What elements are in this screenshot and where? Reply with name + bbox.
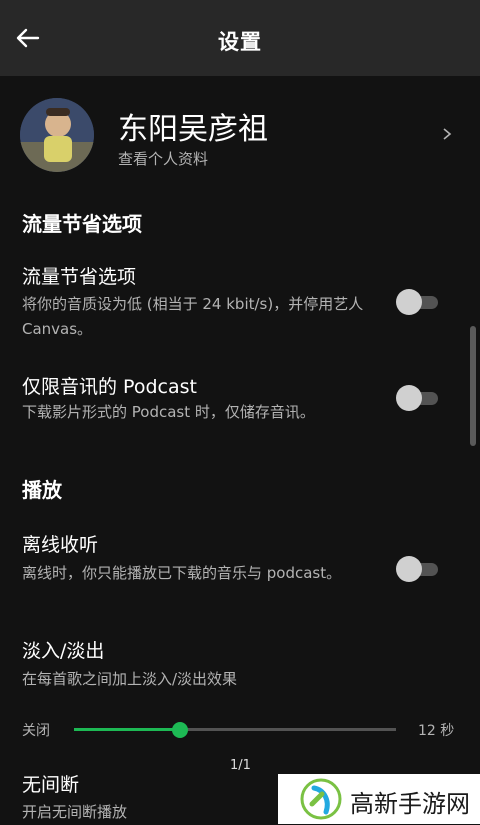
setting-title-audio-only-podcast: 仅限音讯的 Podcast	[22, 376, 197, 398]
toggle-thumb	[396, 556, 422, 582]
watermark-text: 高新手游网	[350, 790, 470, 818]
watermark: 高新手游网	[278, 774, 480, 824]
profile-row[interactable]: 东阳吴彦祖 查看个人资料	[0, 96, 480, 180]
offline-toggle[interactable]	[396, 556, 438, 582]
audio-only-podcast-toggle[interactable]	[396, 385, 438, 411]
setting-desc-data-saver: 将你的音质设为低 (相当于 24 kbit/s)，并停用艺人 Canvas。	[22, 295, 364, 338]
toggle-thumb	[396, 385, 422, 411]
chevron-right-icon	[443, 128, 452, 140]
setting-title-crossfade: 淡入/淡出	[22, 640, 105, 662]
profile-name: 东阳吴彦祖	[118, 112, 268, 147]
data-saver-toggle[interactable]	[396, 289, 438, 315]
setting-desc-offline: 离线时，你只能播放已下载的音乐与 podcast。	[22, 564, 342, 582]
slider-fill	[74, 728, 181, 731]
setting-title-gapless: 无间断	[22, 774, 80, 796]
setting-title-data-saver: 流量节省选项	[22, 266, 137, 288]
section-title-playback: 播放	[22, 478, 62, 502]
setting-desc-crossfade: 在每首歌之间加上淡入/淡出效果	[22, 670, 238, 688]
crossfade-max-label: 12 秒	[418, 723, 455, 739]
slider-knob[interactable]	[172, 722, 189, 738]
watermark-logo	[300, 778, 342, 820]
page-counter: 1/1	[230, 758, 251, 773]
page-title: 设置	[218, 30, 262, 54]
setting-desc-audio-only-podcast: 下载影片形式的 Podcast 时，仅储存音讯。	[22, 403, 315, 421]
top-bar: 设置	[0, 0, 480, 76]
section-title-data-saver: 流量节省选项	[22, 212, 142, 236]
view-profile-link[interactable]: 查看个人资料	[118, 148, 208, 169]
avatar	[20, 98, 94, 172]
toggle-thumb	[396, 289, 422, 315]
crossfade-slider[interactable]	[74, 719, 396, 741]
scrollbar[interactable]	[470, 326, 476, 446]
setting-title-offline: 离线收听	[22, 534, 99, 556]
crossfade-min-label: 关闭	[22, 723, 50, 739]
